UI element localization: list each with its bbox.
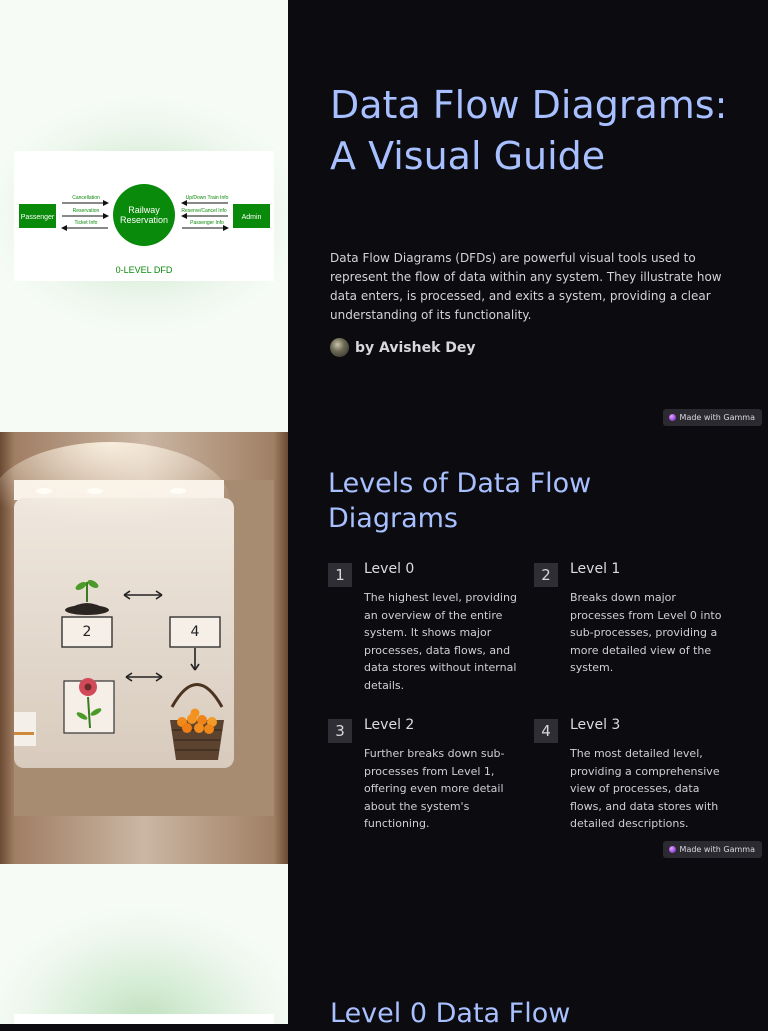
- levels-section-title: Levels of Data Flow Diagrams: [328, 468, 592, 534]
- box-4-label: 4: [191, 624, 200, 640]
- process-label-line1: Railway: [128, 205, 160, 215]
- level-0-dfd-image: Passenger Railway Reservation Admin Canc…: [14, 151, 274, 281]
- flow-ticket-info: Ticket Info: [75, 220, 98, 226]
- ceiling-light-2: [87, 488, 103, 494]
- level-description: Further breaks down sub-processes from L…: [364, 747, 505, 831]
- level-title: Level 1: [570, 561, 621, 577]
- level-title: Level 0: [364, 561, 415, 577]
- level-number: 4: [534, 719, 558, 743]
- badge-label: Made with Gamma: [679, 845, 755, 854]
- next-section-title: Level 0 Data Flow: [330, 998, 571, 1029]
- dfd-image-panel: Passenger Railway Reservation Admin Canc…: [0, 0, 288, 432]
- level-title: Level 2: [364, 717, 415, 733]
- passenger-label: Passenger: [21, 214, 55, 221]
- level-number: 3: [328, 719, 352, 743]
- avatar: [330, 338, 349, 357]
- intro-paragraph: Data Flow Diagrams (DFDs) are powerful v…: [330, 251, 722, 322]
- content-column: Data Flow Diagrams: A Visual Guide Data …: [288, 0, 768, 1029]
- level-title: Level 3: [570, 717, 621, 733]
- admin-label: Admin: [242, 214, 262, 221]
- level-number: 2: [534, 563, 558, 587]
- gamma-logo-icon: [668, 846, 676, 853]
- made-with-gamma-badge[interactable]: Made with Gamma: [662, 841, 762, 858]
- level-description: The highest level, providing an overview…: [364, 591, 517, 692]
- author-byline: by Avishek Dey: [330, 338, 476, 357]
- flow-cancellation: Cancellation: [72, 195, 100, 201]
- process-label-line2: Reservation: [120, 215, 168, 225]
- wall-illustration: 2 4: [0, 442, 274, 816]
- level-number: 1: [328, 563, 352, 587]
- badge-label: Made with Gamma: [679, 413, 755, 422]
- ceiling-light-3: [170, 488, 186, 494]
- level-description: The most detailed level, providing a com…: [570, 747, 720, 831]
- dfd-caption: 0-LEVEL DFD: [116, 265, 173, 275]
- author-name: by Avishek Dey: [355, 339, 476, 356]
- levels-illustration-panel: 2 4: [0, 432, 288, 864]
- flow-reserve-cancel-info: Reserve/Cancel Info: [181, 208, 227, 214]
- level-description: Breaks down major processes from Level 0…: [570, 591, 722, 675]
- ceiling-light-1: [36, 488, 52, 494]
- level-0-image-card: [14, 1014, 274, 1024]
- page-title: Data Flow Diagrams: A Visual Guide: [330, 83, 728, 178]
- flow-reservation: Reservation: [73, 208, 100, 214]
- made-with-gamma-badge[interactable]: Made with Gamma: [662, 409, 762, 426]
- gamma-logo-icon: [668, 414, 676, 421]
- level0-image-panel: [0, 864, 288, 1024]
- box-2-label: 2: [83, 624, 92, 640]
- flow-passenger-info: Passenger Info: [190, 220, 224, 226]
- flow-train-info: Up/Down Train Info: [186, 195, 229, 201]
